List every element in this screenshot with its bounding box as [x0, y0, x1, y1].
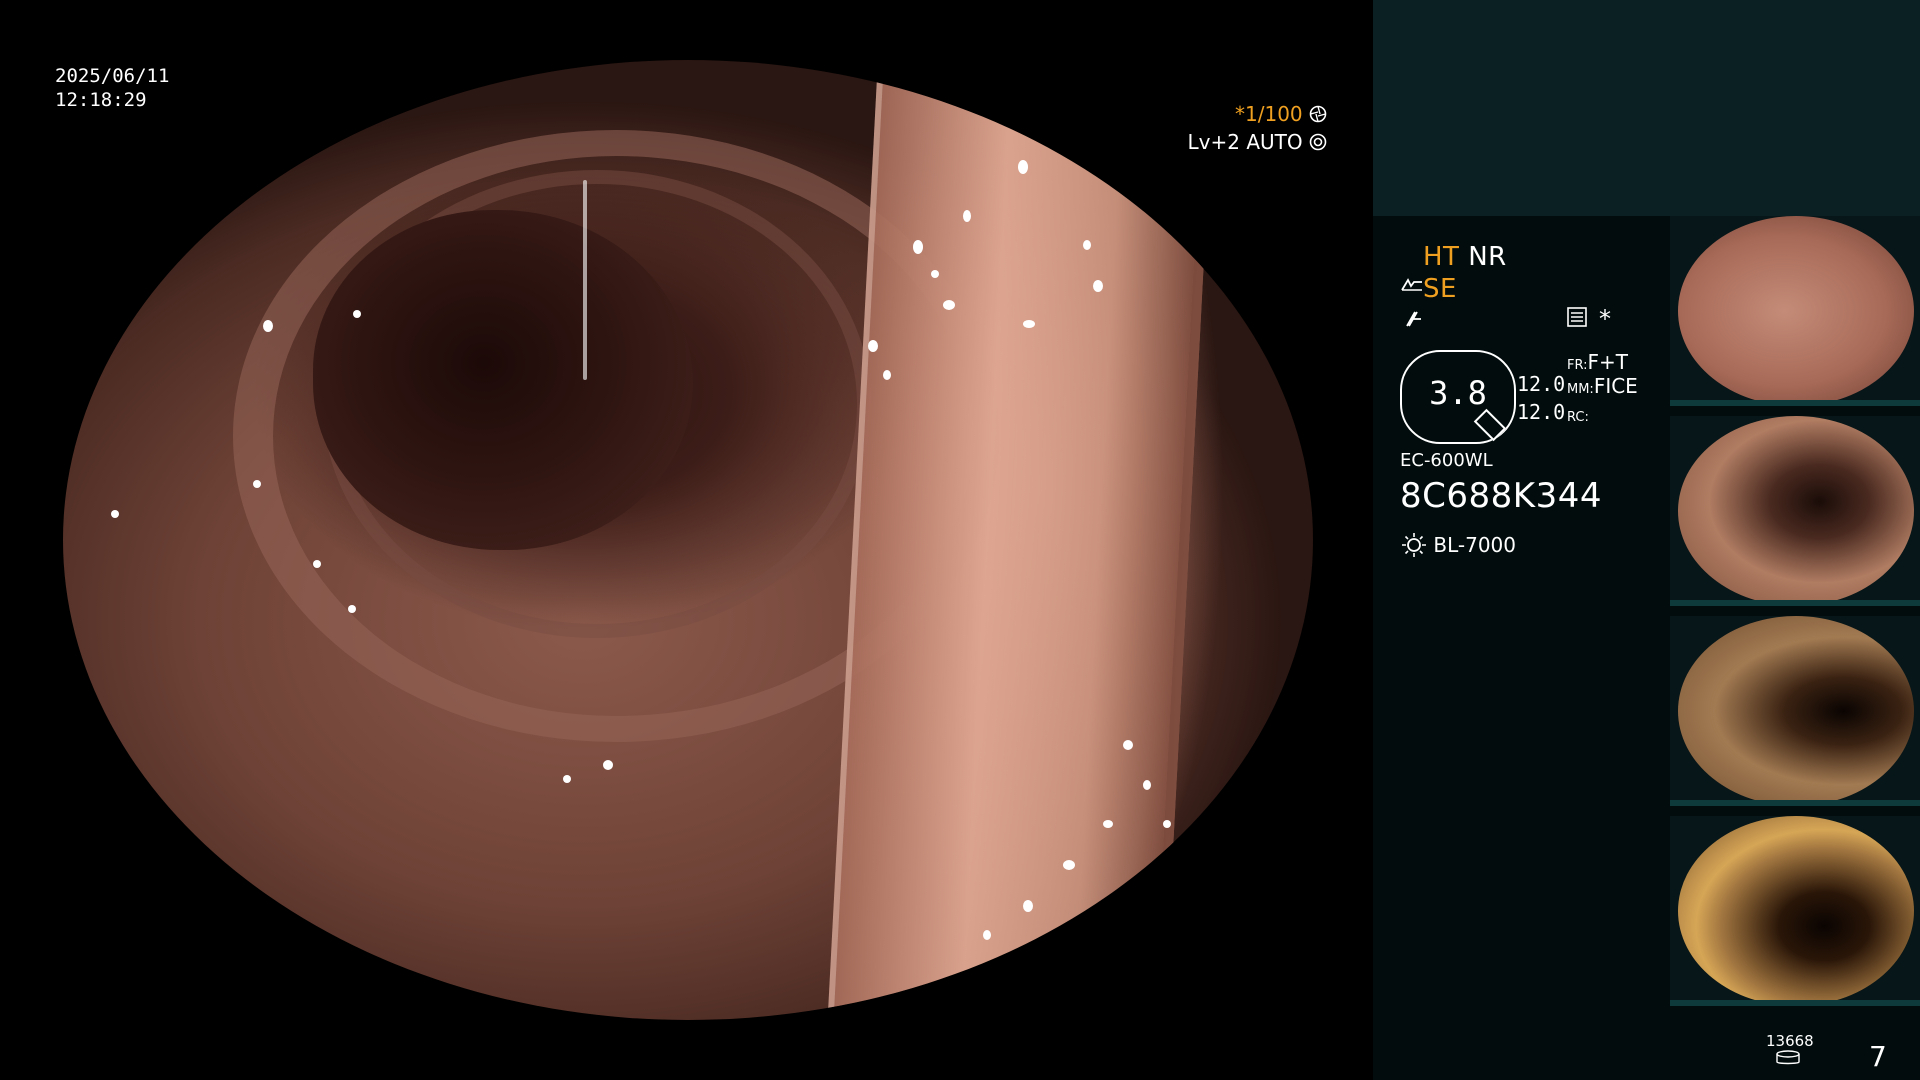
param-value-2: 12.0: [1517, 400, 1566, 424]
settings-list-icon: [1566, 306, 1588, 332]
specular-highlight: [348, 605, 356, 613]
structure-enhance-icon: [1401, 273, 1423, 293]
scope-model: EC-600WL: [1400, 450, 1493, 471]
magnification-badge: 3.8: [1400, 350, 1516, 444]
thumbnail-2-bar: [1670, 600, 1920, 606]
fr-row: FR:F+T: [1567, 350, 1628, 374]
magnification-value: 3.8: [1429, 374, 1487, 412]
light-source-icon: [1401, 532, 1427, 558]
thumbnail-1-bar: [1670, 400, 1920, 406]
thumbnail-2[interactable]: [1670, 416, 1920, 606]
capture-count: 7: [1869, 1040, 1887, 1073]
light-source-row: BL-7000: [1401, 532, 1516, 558]
endoscope-main-view: 2025/06/11 12:18:29 *1/100 Lv+2 AUTO: [0, 0, 1373, 1080]
specular-highlight: [253, 480, 261, 488]
level-text: Lv+2: [1187, 130, 1240, 154]
ht-nr-row: HT NR: [1423, 242, 1507, 272]
specular-highlight: [913, 240, 923, 254]
thumbnail-2-image: [1678, 416, 1914, 606]
se-indicator: SE: [1423, 274, 1457, 304]
specular-highlight: [1023, 900, 1033, 912]
edge-icon: [1403, 308, 1425, 334]
specular-highlight: [943, 300, 955, 310]
specular-highlight: [1123, 740, 1133, 750]
thumbnail-3-image: [1678, 616, 1914, 806]
specular-highlight: [1093, 280, 1103, 292]
param-value-1: 12.0: [1517, 372, 1566, 396]
specular-highlight: [243, 930, 251, 938]
datetime-overlay: 2025/06/11 12:18:29: [55, 64, 169, 112]
thumbnail-1[interactable]: [1670, 216, 1920, 406]
mm-row: MM:FICE: [1567, 374, 1638, 398]
aperture-icon: [1309, 102, 1327, 123]
specular-highlight: [1083, 240, 1091, 250]
level-row: Lv+2 AUTO: [1188, 128, 1327, 156]
auto-iris-icon: [1309, 130, 1327, 151]
thumbnail-4-bar: [1670, 1000, 1920, 1006]
specular-highlight: [1103, 820, 1113, 828]
mm-value: FICE: [1593, 374, 1638, 398]
colon-lumen: [313, 210, 693, 550]
specular-highlight: [353, 310, 361, 318]
ht-indicator: HT: [1423, 242, 1460, 272]
thumbnail-4-image: [1678, 816, 1914, 1006]
specular-highlight: [1063, 860, 1075, 870]
specular-highlight: [883, 370, 891, 380]
mode-text: AUTO: [1246, 130, 1303, 154]
shutter-prefix: *: [1235, 102, 1245, 126]
time-text: 12:18:29: [55, 89, 147, 111]
colon-wall-band: [827, 60, 1215, 1020]
thumbnail-4[interactable]: [1670, 816, 1920, 1006]
specular-highlight: [563, 775, 571, 783]
mm-label: MM:: [1567, 382, 1594, 397]
specular-highlight: [603, 760, 613, 770]
thumbnail-3[interactable]: [1670, 616, 1920, 806]
rc-label: RC:: [1567, 410, 1589, 425]
specular-highlight: [313, 560, 321, 568]
nr-indicator: NR: [1468, 242, 1507, 272]
specular-highlight: [1018, 160, 1028, 174]
se-row: SE: [1401, 273, 1457, 304]
star-indicator: *: [1599, 305, 1612, 333]
endoscope-image: [63, 60, 1313, 1020]
sidebar-header-area: [1373, 0, 1920, 216]
specular-highlight: [223, 910, 233, 920]
storage-count: 13668: [1766, 1032, 1814, 1050]
scope-serial: 8C688K344: [1400, 476, 1602, 516]
rc-row: RC:: [1567, 402, 1589, 426]
light-source-model: BL-7000: [1433, 533, 1516, 557]
specular-highlight: [931, 270, 939, 278]
exposure-overlay: *1/100 Lv+2 AUTO: [1188, 100, 1327, 156]
specular-streak: [583, 180, 587, 380]
fr-label: FR:: [1567, 358, 1588, 373]
specular-highlight: [983, 930, 991, 940]
thumbnail-3-bar: [1670, 800, 1920, 806]
date-text: 2025/06/11: [55, 65, 170, 87]
specular-highlight: [111, 510, 119, 518]
shutter-row: *1/100: [1188, 100, 1327, 128]
specular-highlight: [868, 340, 878, 352]
magnification-tab: [1473, 408, 1507, 442]
storage-disk-icon: [1775, 1050, 1801, 1070]
specular-highlight: [1163, 820, 1171, 828]
specular-highlight: [1143, 780, 1151, 790]
fr-value: F+T: [1587, 350, 1628, 374]
specular-highlight: [263, 320, 273, 332]
shutter-speed: 1/100: [1245, 102, 1303, 126]
thumbnail-1-image: [1678, 216, 1914, 406]
specular-highlight: [963, 210, 971, 222]
specular-highlight: [1023, 320, 1035, 328]
info-sidebar: HT NR SE * 3.8 12.0 12.0 FR:F+T MM:FICE …: [1373, 0, 1920, 1080]
